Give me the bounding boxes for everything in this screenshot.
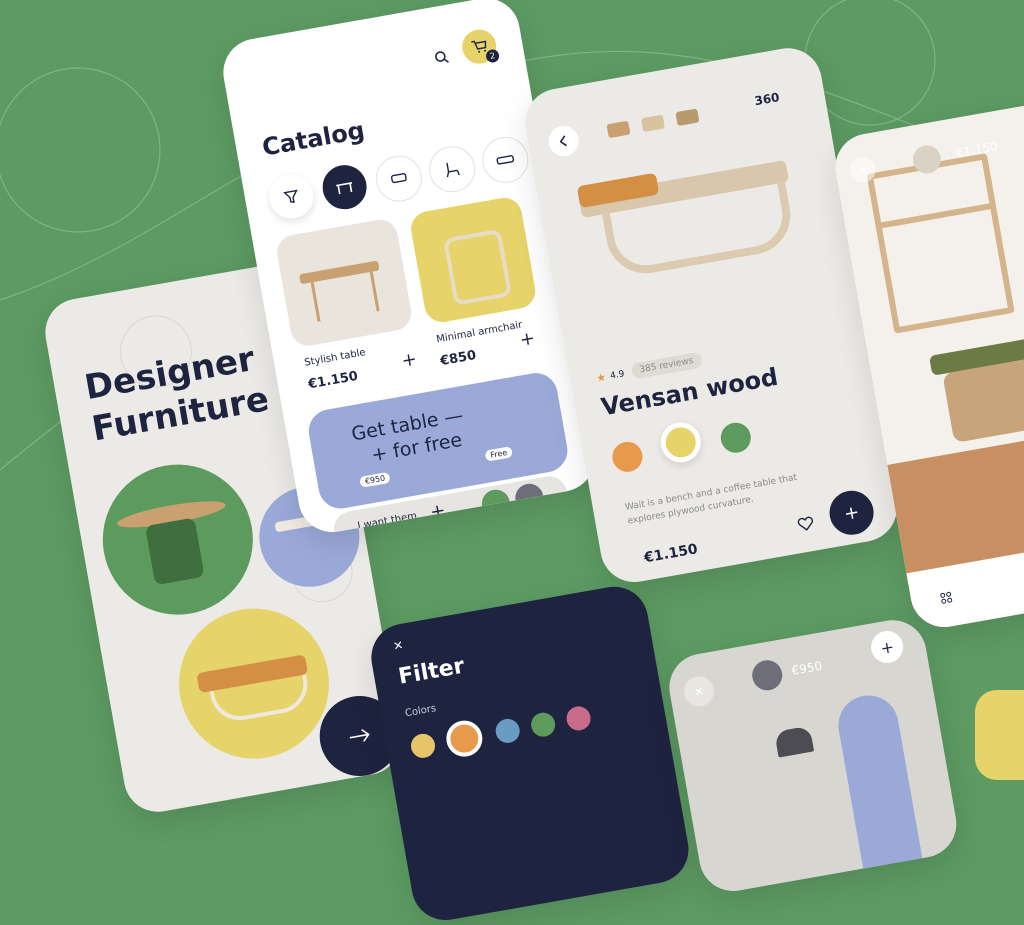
grid-menu-button[interactable] (934, 585, 959, 610)
product-title: Vensan wood (599, 362, 781, 422)
thumbnail[interactable] (606, 120, 631, 139)
favorite-button[interactable] (792, 510, 820, 538)
add-button[interactable]: + (868, 628, 906, 666)
product-thumb (749, 657, 785, 693)
ar-price: €950 (790, 658, 824, 678)
star-icon: ★ (595, 370, 608, 385)
filter-icon (283, 189, 298, 204)
category-filter[interactable] (265, 171, 317, 223)
search-icon (435, 51, 449, 63)
rating-value: 4.9 (609, 369, 626, 382)
color-swatch-yellow (663, 424, 699, 460)
armchair-image (443, 228, 513, 306)
yellow-product-circle (167, 596, 341, 771)
catalog-title: Catalog (260, 116, 367, 162)
round-table-body (144, 517, 205, 586)
category-chairs[interactable] (425, 142, 479, 196)
cart-count-badge: 2 (485, 48, 501, 64)
sofa-icon (390, 173, 407, 184)
view-360-button[interactable]: 360 (753, 90, 780, 108)
table-image (299, 260, 380, 285)
reviews-badge[interactable]: 385 reviews (630, 351, 703, 380)
search-button[interactable] (426, 42, 456, 72)
heart-icon (797, 516, 814, 531)
color-option-orange (448, 722, 481, 755)
chevron-left-icon (559, 135, 567, 147)
category-sofas[interactable] (372, 151, 426, 206)
product-price: €1.150 (642, 541, 699, 567)
color-option-pink[interactable] (564, 704, 593, 733)
grid-icon (940, 591, 953, 604)
promo-price-tag: €950 (359, 471, 391, 488)
product-name: Minimal armchair (435, 319, 524, 346)
table-icon (336, 182, 353, 195)
color-swatch-green[interactable] (718, 420, 754, 456)
product-price: €850 (439, 348, 478, 370)
table-leg (310, 281, 321, 322)
promo-free-tag: Free (484, 446, 514, 462)
color-option-green[interactable] (529, 710, 558, 739)
thumbnail[interactable] (675, 108, 700, 127)
back-button[interactable] (546, 123, 582, 159)
lamp-image (774, 725, 815, 758)
arrow-right-icon (349, 728, 370, 742)
product-card-stylish-table[interactable] (274, 216, 414, 349)
color-option-blue[interactable] (493, 717, 522, 745)
couch-icon (496, 155, 515, 165)
add-to-cart-button[interactable]: + (826, 487, 878, 539)
add-to-cart-button[interactable]: + (400, 348, 419, 371)
category-tables[interactable] (319, 161, 371, 213)
color-swatch-yellow-selected[interactable] (657, 419, 704, 466)
art-panel (833, 690, 923, 869)
color-option-orange-selected[interactable] (443, 717, 486, 760)
category-couches[interactable] (478, 133, 532, 187)
color-option-yellow[interactable] (409, 731, 437, 760)
green-product-circle (90, 452, 265, 627)
shelf-image (866, 152, 1015, 334)
table-leg (369, 271, 380, 312)
color-swatch-orange[interactable] (610, 439, 645, 475)
product-price: €1.150 (307, 368, 360, 393)
filter-screen: ✕ Filter Colors (366, 581, 694, 925)
close-icon[interactable]: ✕ (392, 638, 404, 654)
close-button[interactable]: ✕ (681, 674, 717, 709)
product-name: Stylish table (303, 347, 367, 369)
filter-title: Filter (396, 653, 467, 690)
add-to-cart-button[interactable]: + (518, 328, 537, 351)
colors-label: Colors (404, 703, 437, 720)
decor-yellow-tile (975, 690, 1024, 780)
ar-room-screen-2: ✕ €950 + (664, 614, 962, 897)
thumbnail[interactable] (640, 114, 665, 133)
product-card-minimal-armchair[interactable] (408, 195, 539, 325)
chair-icon (446, 162, 460, 178)
cart-button[interactable]: 2 (459, 26, 501, 67)
